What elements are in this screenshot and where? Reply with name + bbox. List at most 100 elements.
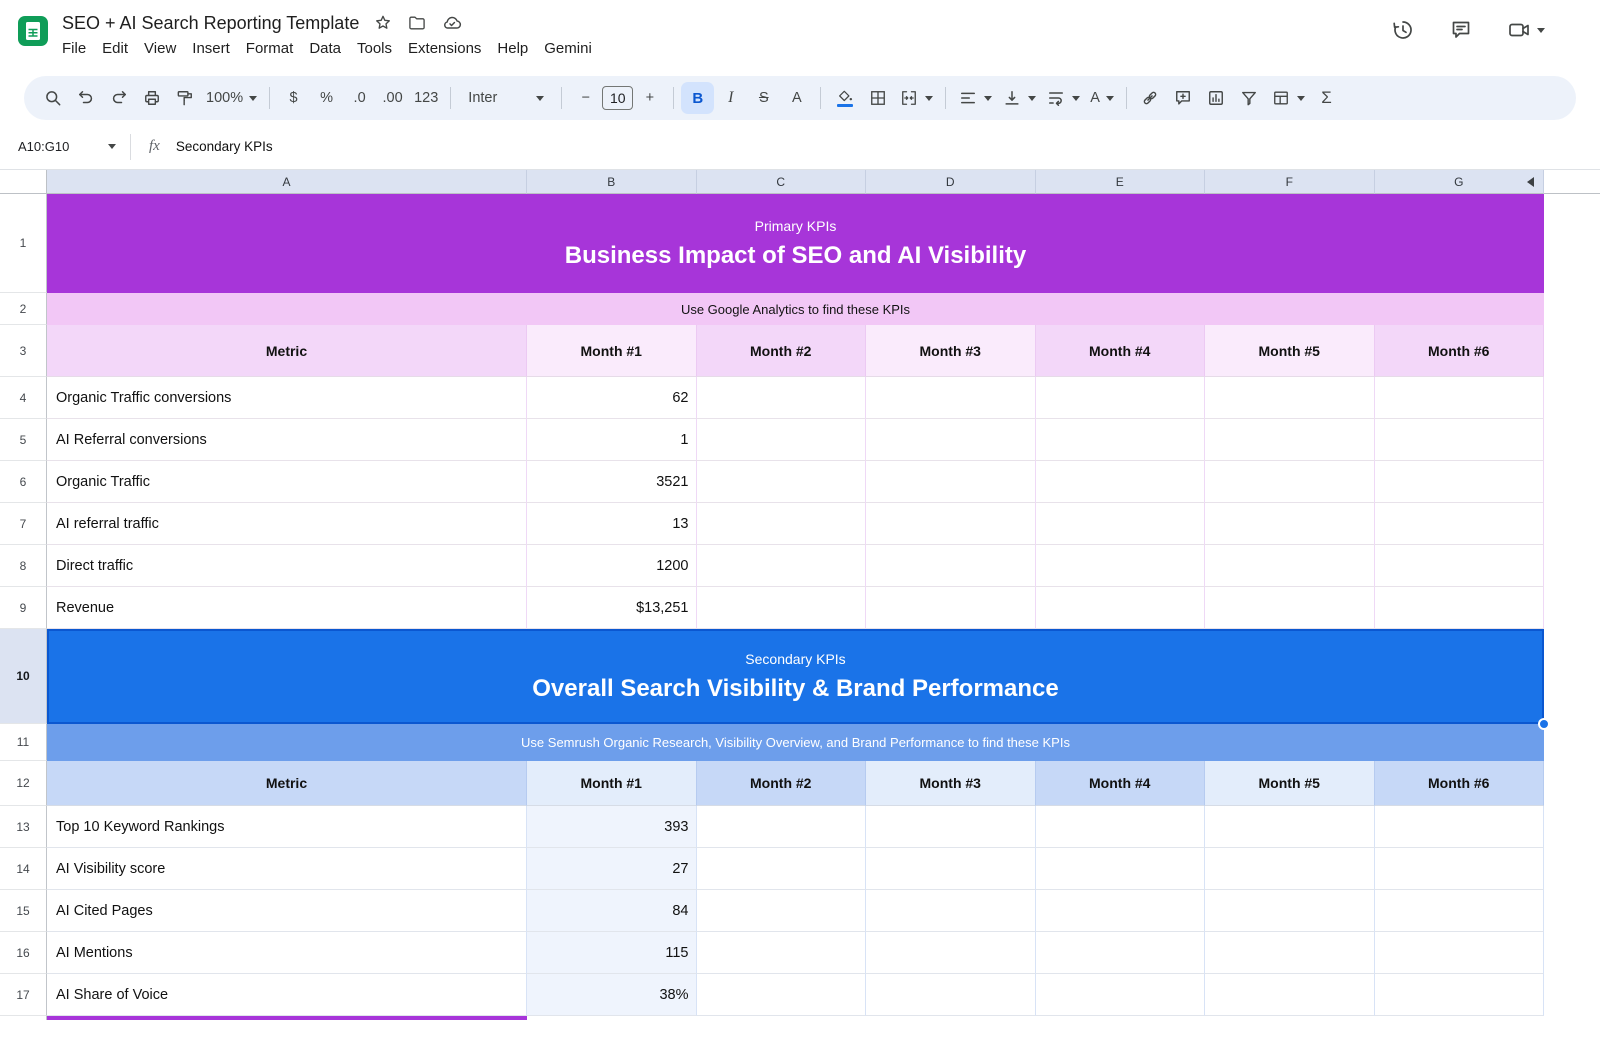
text-wrap-button[interactable] xyxy=(1041,82,1085,114)
menu-file[interactable]: File xyxy=(54,37,94,60)
metric-cell[interactable]: Organic Traffic xyxy=(47,461,527,503)
menu-format[interactable]: Format xyxy=(238,37,302,60)
fill-color-button[interactable] xyxy=(828,82,861,114)
empty-cell[interactable] xyxy=(697,848,867,890)
row-header[interactable]: 5 xyxy=(0,419,47,461)
secondary-banner-cell[interactable]: Secondary KPIs Overall Search Visibility… xyxy=(47,629,1544,724)
strikethrough-button[interactable]: S xyxy=(747,82,780,114)
metric-cell[interactable]: AI Visibility score xyxy=(47,848,527,890)
primary-note-cell[interactable]: Use Google Analytics to find these KPIs xyxy=(47,293,1544,325)
empty-cell[interactable] xyxy=(1375,377,1545,419)
header-cell[interactable]: Month #2 xyxy=(697,325,867,377)
empty-cell[interactable] xyxy=(1036,377,1206,419)
col-header-e[interactable]: E xyxy=(1036,170,1206,194)
empty-cell[interactable] xyxy=(1036,932,1206,974)
fill-handle[interactable] xyxy=(1538,718,1550,730)
zoom-select[interactable]: 100% xyxy=(201,82,262,114)
empty-cell[interactable] xyxy=(866,806,1036,848)
empty-cell[interactable] xyxy=(866,503,1036,545)
text-rotation-button[interactable]: A xyxy=(1085,82,1119,114)
empty-cell[interactable] xyxy=(697,545,867,587)
bold-button[interactable]: B xyxy=(681,82,714,114)
meet-camera-button[interactable] xyxy=(1507,18,1545,42)
row-header[interactable]: 1 xyxy=(0,194,47,293)
number-format-button[interactable]: 123 xyxy=(409,82,443,114)
row-header[interactable] xyxy=(0,1016,47,1020)
empty-cell[interactable] xyxy=(1036,461,1206,503)
header-cell[interactable]: Month #4 xyxy=(1036,325,1206,377)
header-cell[interactable]: Month #4 xyxy=(1036,761,1206,806)
menu-help[interactable]: Help xyxy=(489,37,536,60)
col-header-c[interactable]: C xyxy=(697,170,867,194)
empty-cell[interactable] xyxy=(1375,890,1545,932)
metric-cell[interactable]: AI Mentions xyxy=(47,932,527,974)
undo-icon[interactable] xyxy=(69,82,102,114)
empty-cell[interactable] xyxy=(1375,848,1545,890)
empty-cell[interactable] xyxy=(697,587,867,629)
metric-cell[interactable]: AI Share of Voice xyxy=(47,974,527,1016)
italic-button[interactable]: I xyxy=(714,82,747,114)
empty-cell[interactable] xyxy=(697,974,867,1016)
value-cell[interactable]: 84 xyxy=(527,890,697,932)
header-cell[interactable]: Metric xyxy=(47,761,527,806)
empty-cell[interactable] xyxy=(1205,377,1375,419)
empty-cell[interactable] xyxy=(697,932,867,974)
formula-input[interactable]: Secondary KPIs xyxy=(176,139,273,154)
empty-cell[interactable] xyxy=(866,377,1036,419)
insert-comment-icon[interactable] xyxy=(1167,82,1200,114)
empty-cell[interactable] xyxy=(866,890,1036,932)
merge-cells-button[interactable] xyxy=(894,82,938,114)
header-cell[interactable]: Month #5 xyxy=(1205,761,1375,806)
col-header-d[interactable]: D xyxy=(866,170,1036,194)
empty-cell[interactable] xyxy=(697,890,867,932)
text-color-button[interactable]: A xyxy=(780,82,813,114)
sheets-logo-icon[interactable] xyxy=(18,16,48,46)
paint-format-icon[interactable] xyxy=(168,82,201,114)
empty-cell[interactable] xyxy=(866,545,1036,587)
empty-cell[interactable] xyxy=(1205,890,1375,932)
menu-edit[interactable]: Edit xyxy=(94,37,136,60)
empty-cell[interactable] xyxy=(697,461,867,503)
cloud-saved-icon[interactable] xyxy=(441,12,463,34)
secondary-note-cell[interactable]: Use Semrush Organic Research, Visibility… xyxy=(47,724,1544,761)
empty-cell[interactable] xyxy=(1375,974,1545,1016)
row-header[interactable]: 6 xyxy=(0,461,47,503)
empty-cell[interactable] xyxy=(697,806,867,848)
empty-cell[interactable] xyxy=(866,587,1036,629)
value-cell[interactable]: 3521 xyxy=(527,461,697,503)
metric-cell[interactable]: Top 10 Keyword Rankings xyxy=(47,806,527,848)
header-cell[interactable]: Month #3 xyxy=(866,761,1036,806)
filter-icon[interactable] xyxy=(1233,82,1266,114)
empty-cell[interactable] xyxy=(1375,461,1545,503)
empty-cell[interactable] xyxy=(1036,503,1206,545)
empty-cell[interactable] xyxy=(1036,848,1206,890)
table-views-button[interactable] xyxy=(1266,82,1310,114)
row-header[interactable]: 17 xyxy=(0,974,47,1016)
print-icon[interactable] xyxy=(135,82,168,114)
metric-cell[interactable]: AI referral traffic xyxy=(47,503,527,545)
col-header-a[interactable]: A xyxy=(47,170,527,194)
empty-cell[interactable] xyxy=(1205,461,1375,503)
insert-chart-icon[interactable] xyxy=(1200,82,1233,114)
document-title[interactable]: SEO + AI Search Reporting Template xyxy=(62,13,359,34)
empty-cell[interactable] xyxy=(1205,587,1375,629)
col-header-b[interactable]: B xyxy=(527,170,697,194)
decrease-decimals-button[interactable]: .0 xyxy=(343,82,376,114)
value-cell[interactable]: 1 xyxy=(527,419,697,461)
empty-cell[interactable] xyxy=(1205,974,1375,1016)
functions-button[interactable]: Σ xyxy=(1310,82,1343,114)
empty-cell[interactable] xyxy=(1205,848,1375,890)
row-header[interactable]: 14 xyxy=(0,848,47,890)
horizontal-align-button[interactable] xyxy=(953,82,997,114)
empty-cell[interactable] xyxy=(1375,587,1545,629)
value-cell[interactable]: 13 xyxy=(527,503,697,545)
borders-button[interactable] xyxy=(861,82,894,114)
menu-data[interactable]: Data xyxy=(301,37,349,60)
menu-gemini[interactable]: Gemini xyxy=(536,37,600,60)
percent-format-button[interactable]: % xyxy=(310,82,343,114)
empty-cell[interactable] xyxy=(1036,587,1206,629)
empty-cell[interactable] xyxy=(1375,419,1545,461)
header-cell[interactable]: Month #6 xyxy=(1375,761,1545,806)
empty-cell[interactable] xyxy=(1036,545,1206,587)
empty-cell[interactable] xyxy=(866,419,1036,461)
